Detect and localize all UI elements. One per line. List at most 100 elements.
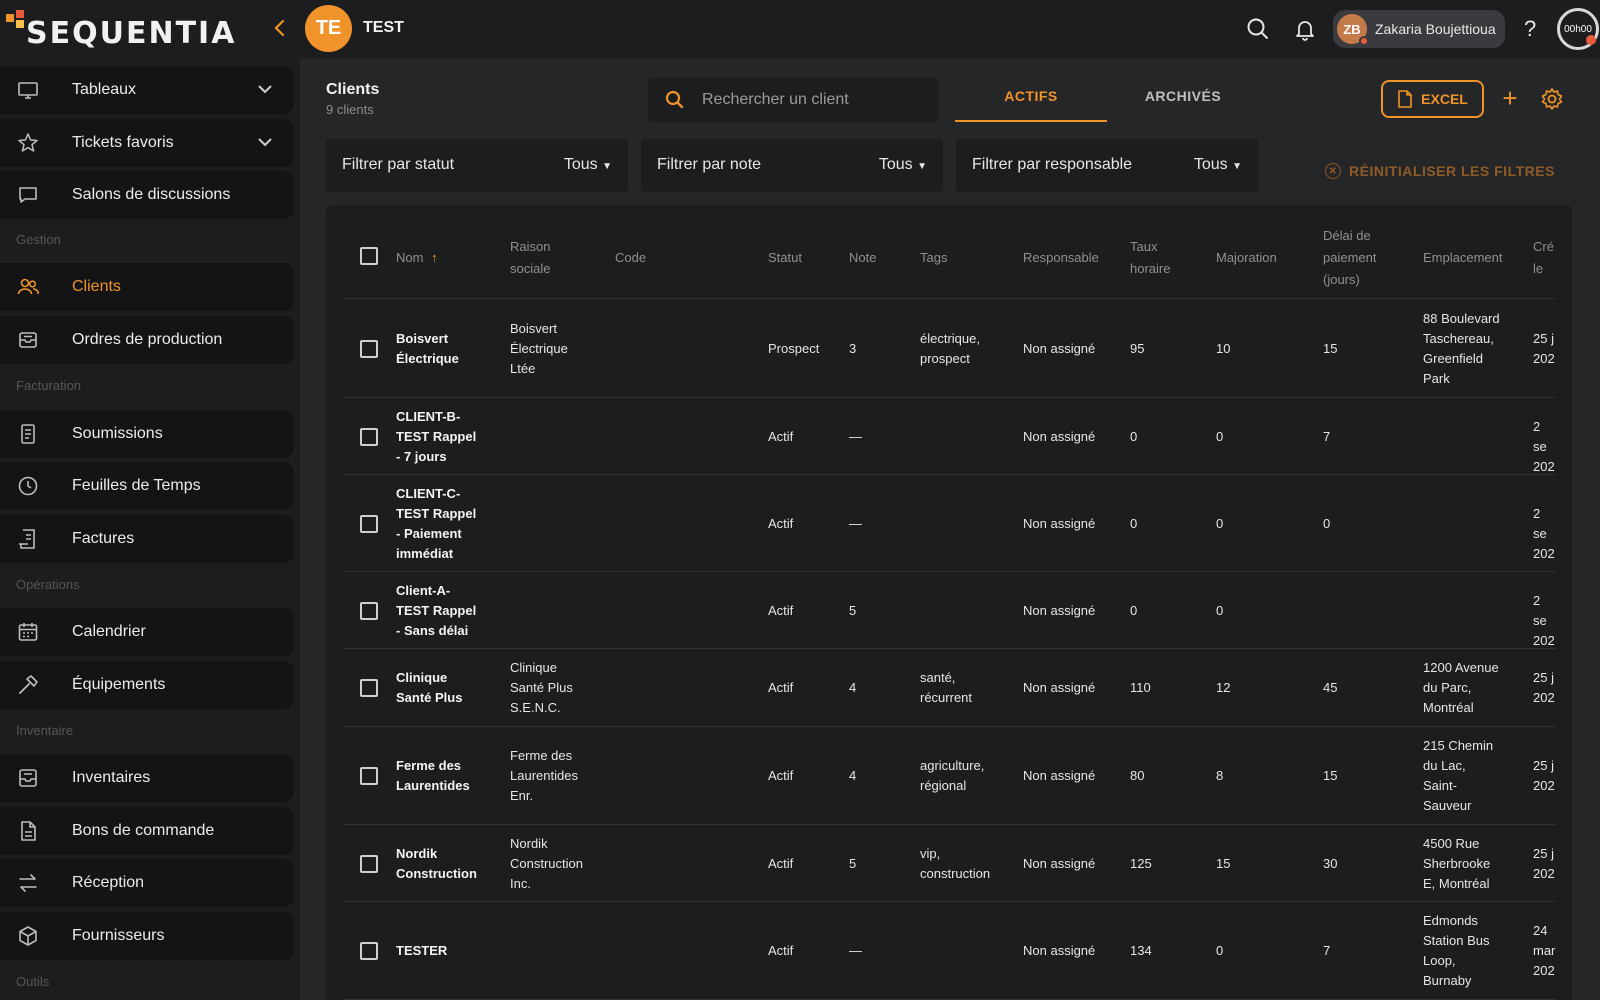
sidebar-item-bons-de-commande[interactable]: Bons de commande xyxy=(0,807,294,855)
row-checkbox[interactable] xyxy=(360,679,378,697)
cell-nom: CLIENT-C- TEST Rappel - Paiement immédiat xyxy=(396,484,476,564)
cell-text: Prospect xyxy=(768,340,820,356)
help-icon[interactable]: ? xyxy=(1524,16,1536,42)
table-row[interactable]: Client-A- TEST Rappel - Sans délai Actif 5 No… xyxy=(342,572,1556,649)
add-client-button[interactable]: + xyxy=(1496,84,1524,112)
tab-archives[interactable]: ARCHIVÉS xyxy=(1107,88,1259,104)
tab-actifs[interactable]: ACTIFS xyxy=(955,88,1107,122)
cell-text: 24 xyxy=(1533,923,1548,938)
cell-text: Actif xyxy=(768,428,794,444)
cell-text: Actif xyxy=(768,768,794,783)
sidebar-item-soumissions[interactable]: Soumissions xyxy=(0,410,294,458)
column-taux-horaire[interactable]: Taux horaire xyxy=(1130,236,1170,280)
sidebar-item-tableaux[interactable]: Tableaux xyxy=(0,66,294,114)
row-checkbox[interactable] xyxy=(360,601,378,620)
column-raison-sociale[interactable]: Raison sociale xyxy=(510,236,550,280)
cell-text: agriculture, xyxy=(920,758,985,773)
section-label: Outils xyxy=(16,974,50,989)
search-box xyxy=(648,78,938,122)
table-row[interactable]: Ferme des Laurentides Ferme des Laurentides… xyxy=(342,727,1556,825)
sidebar-item-tickets-favoris[interactable]: Tickets favoris xyxy=(0,119,294,167)
invoice-icon xyxy=(16,527,40,551)
cell-text: Ferme des xyxy=(510,748,573,763)
cell-text: Burnaby xyxy=(1423,973,1472,988)
sidebar-item-reception[interactable]: Réception xyxy=(0,859,294,907)
cell-delai: 15 xyxy=(1323,339,1337,359)
chevron-down-icon[interactable] xyxy=(254,78,276,100)
row-checkbox[interactable] xyxy=(360,427,378,446)
table-row[interactable]: TESTER Actif — Non assigné 134 0 7 Edmonds Stati… xyxy=(342,902,1556,1000)
sidebar-item-feuilles-de-temps[interactable]: Feuilles de Temps xyxy=(0,462,294,510)
column-majoration[interactable]: Majoration xyxy=(1216,247,1277,269)
cell-responsable: Non assigné xyxy=(1023,766,1095,786)
column-label: paiement xyxy=(1323,250,1377,265)
chevron-down-icon[interactable] xyxy=(254,131,276,153)
column-emplacement[interactable]: Emplacement xyxy=(1423,247,1502,269)
sidebar-item-label: Factures xyxy=(72,530,135,547)
reset-filters-button[interactable]: ✕ RÉINITIALISER LES FILTRES xyxy=(1325,163,1555,179)
top-bar: SEQUENTIA TE TEST ZB Zakaria Boujettioua… xyxy=(0,0,1600,58)
column-note[interactable]: Note xyxy=(849,247,876,269)
sidebar-item-salons[interactable]: Salons de discussions xyxy=(0,171,294,219)
column-cree-le[interactable]: Cré le xyxy=(1533,236,1554,280)
cell-delai: 7 xyxy=(1323,941,1330,961)
collapse-sidebar-button[interactable] xyxy=(268,16,292,40)
sidebar-item-equipements[interactable]: Équipements xyxy=(0,661,294,709)
column-responsable[interactable]: Responsable xyxy=(1023,247,1099,269)
cell-responsable: Non assigné xyxy=(1023,601,1095,621)
cell-text: Edmonds xyxy=(1423,913,1478,928)
gear-icon[interactable] xyxy=(1539,86,1565,112)
sidebar-item-ordres[interactable]: Ordres de production xyxy=(0,316,294,364)
bell-icon[interactable] xyxy=(1292,16,1318,42)
users-icon xyxy=(16,275,40,299)
cell-emplacement: 1200 Avenue du Parc, Montréal xyxy=(1423,658,1499,718)
project-name[interactable]: TEST xyxy=(363,19,404,37)
select-all-checkbox[interactable] xyxy=(360,247,378,265)
cell-text: 4500 Rue xyxy=(1423,835,1480,851)
table-row[interactable]: Boisvert Électrique Boisvert Électrique Ltée… xyxy=(342,299,1556,398)
avatar-initials: ZB xyxy=(1343,21,1361,37)
table-row[interactable]: Nordik Construction Nordik Construction Inc.… xyxy=(342,825,1556,902)
table-row[interactable]: Clinique Santé Plus Clinique Santé Plus S.E.… xyxy=(342,649,1556,727)
filter-label: Filtrer par note xyxy=(657,156,762,173)
cell-text: Construction xyxy=(396,865,477,881)
cell-text: 0 xyxy=(1130,515,1138,531)
column-statut[interactable]: Statut xyxy=(768,247,802,269)
cell-taux: 110 xyxy=(1130,678,1151,698)
project-avatar[interactable]: TE xyxy=(305,5,352,52)
row-checkbox[interactable] xyxy=(360,767,378,785)
timer-button[interactable]: 00h00 xyxy=(1557,8,1599,50)
search-icon[interactable] xyxy=(1245,16,1271,42)
sidebar-item-factures[interactable]: Factures xyxy=(0,515,294,563)
cell-text: 110 xyxy=(1130,680,1151,695)
column-code[interactable]: Code xyxy=(615,247,646,269)
section-label: Inventaire xyxy=(16,723,74,738)
sidebar-item-fournisseurs[interactable]: Fournisseurs xyxy=(0,912,294,960)
filter-responsable[interactable]: Filtrer par responsable Tous ▼ xyxy=(956,139,1258,192)
filter-note[interactable]: Filtrer par note Tous ▼ xyxy=(641,139,943,192)
row-checkbox[interactable] xyxy=(360,854,378,873)
sidebar-item-calendrier[interactable]: Calendrier xyxy=(0,608,294,656)
table-row[interactable]: CLIENT-C- TEST Rappel - Paiement immédiat Ac… xyxy=(342,475,1556,572)
cell-text: 30 xyxy=(1323,855,1338,871)
cell-text: électrique, xyxy=(920,330,980,346)
search-input[interactable] xyxy=(702,91,922,109)
row-checkbox[interactable] xyxy=(360,514,378,533)
cell-text: Sauveur xyxy=(1423,798,1472,813)
cell-text: 3 xyxy=(849,340,857,356)
row-checkbox[interactable] xyxy=(360,339,378,358)
cell-nom: Nordik Construction xyxy=(396,844,477,884)
sidebar-item-clients[interactable]: Clients xyxy=(0,263,294,311)
table-row[interactable]: CLIENT-B- TEST Rappel - 7 jours Actif — Non a… xyxy=(342,398,1556,475)
cell-text: Inc. xyxy=(510,875,531,891)
user-menu[interactable]: ZB Zakaria Boujettioua xyxy=(1333,10,1505,48)
column-delai-paiement[interactable]: Délai de paiement (jours) xyxy=(1323,225,1376,291)
column-tags[interactable]: Tags xyxy=(920,247,947,269)
column-nom[interactable]: Nom ↑ xyxy=(396,247,438,269)
logo-text: SEQUENTIA xyxy=(26,16,237,51)
excel-export-button[interactable]: EXCEL xyxy=(1381,80,1484,118)
sidebar-item-inventaires[interactable]: Inventaires xyxy=(0,754,294,802)
filter-statut[interactable]: Filtrer par statut Tous ▼ xyxy=(326,139,628,192)
row-checkbox[interactable] xyxy=(360,942,378,960)
cell-text: 10 xyxy=(1216,340,1231,356)
